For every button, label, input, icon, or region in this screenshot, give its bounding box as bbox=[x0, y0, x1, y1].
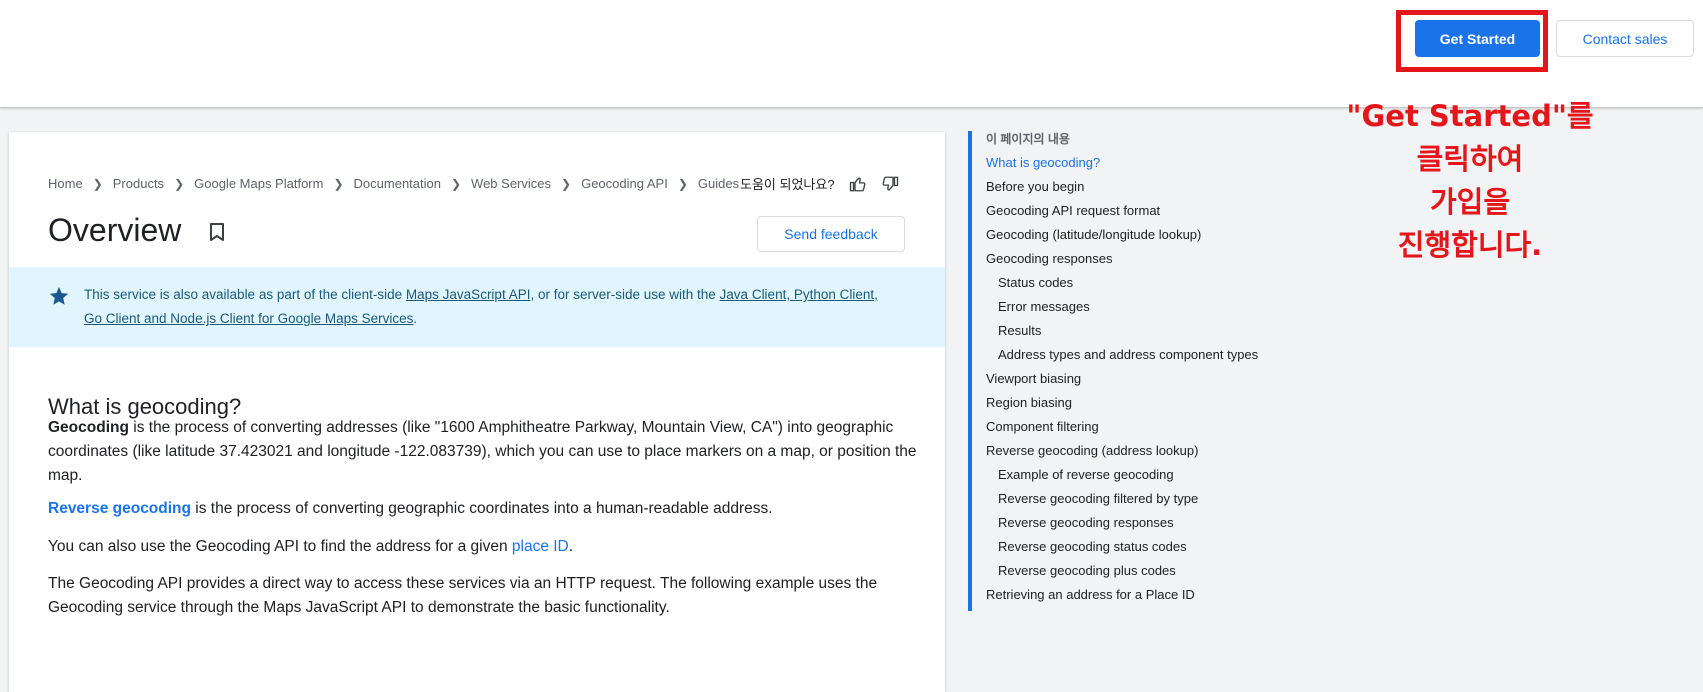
breadcrumb-google-maps-platform[interactable]: Google Maps Platform bbox=[194, 176, 323, 191]
annotation-line: 진행합니다. bbox=[1397, 228, 1543, 262]
paragraph-reverse: Reverse geocoding is the process of conv… bbox=[48, 497, 918, 521]
toc-item[interactable]: Reverse geocoding (address lookup) bbox=[986, 443, 1336, 467]
toc-title: 이 페이지의 내용 bbox=[986, 132, 1070, 146]
java-python-client-link[interactable]: Java Client, Python Client, bbox=[720, 287, 878, 302]
contact-sales-button[interactable]: Contact sales bbox=[1556, 20, 1694, 57]
page-title: Overview bbox=[48, 212, 182, 248]
annotation-line: "Get Started"를 bbox=[1346, 99, 1594, 133]
paragraph-text: You can also use the Geocoding API to fi… bbox=[48, 538, 512, 555]
send-feedback-button[interactable]: Send feedback bbox=[757, 216, 905, 252]
content-card: Home ❯ Products ❯ Google Maps Platform ❯… bbox=[9, 132, 945, 692]
toc-item[interactable]: Region biasing bbox=[986, 395, 1336, 419]
go-node-client-link[interactable]: Go Client and Node.js Client for Google … bbox=[84, 311, 413, 326]
annotation-text: "Get Started"를 클릭하여 가입을 진행합니다. bbox=[1330, 95, 1610, 267]
toc-item[interactable]: Before you begin bbox=[986, 179, 1336, 203]
geocoding-term: Geocoding bbox=[48, 419, 129, 436]
toc-subitem[interactable]: Error messages bbox=[986, 299, 1336, 323]
chevron-right-icon: ❯ bbox=[92, 176, 103, 191]
annotation-line: 가입을 bbox=[1429, 185, 1511, 219]
breadcrumb-home[interactable]: Home bbox=[48, 176, 83, 191]
chevron-right-icon: ❯ bbox=[561, 176, 572, 191]
toc-subitem[interactable]: Reverse geocoding filtered by type bbox=[986, 491, 1336, 515]
toc-subitem[interactable]: Address types and address component type… bbox=[986, 347, 1336, 371]
thumbs-down-icon[interactable] bbox=[881, 175, 899, 193]
table-of-contents: 이 페이지의 내용 What is geocoding? Before you … bbox=[968, 131, 1336, 611]
toc-item[interactable]: Component filtering bbox=[986, 419, 1336, 443]
toc-subitem[interactable]: Results bbox=[986, 323, 1336, 347]
get-started-button[interactable]: Get Started bbox=[1415, 20, 1540, 57]
toc-subitem[interactable]: Example of reverse geocoding bbox=[986, 467, 1336, 491]
toc-item[interactable]: Geocoding API request format bbox=[986, 203, 1336, 227]
maps-javascript-api-link[interactable]: Maps JavaScript API bbox=[406, 287, 531, 302]
chevron-right-icon: ❯ bbox=[174, 176, 185, 191]
bookmark-icon[interactable] bbox=[208, 222, 226, 242]
paragraph-geocoding: Geocoding is the process of converting a… bbox=[48, 416, 918, 488]
breadcrumb-geocoding-api[interactable]: Geocoding API bbox=[581, 176, 668, 191]
top-header: Get Started Contact sales bbox=[0, 0, 1703, 108]
breadcrumb-products[interactable]: Products bbox=[113, 176, 164, 191]
toc-item[interactable]: Geocoding (latitude/longitude lookup) bbox=[986, 227, 1336, 251]
paragraph-text: is the process of converting geographic … bbox=[191, 500, 773, 517]
chevron-right-icon: ❯ bbox=[450, 176, 462, 191]
helpful-label: 도움이 되었나요? bbox=[740, 177, 835, 192]
chevron-right-icon: ❯ bbox=[333, 176, 344, 191]
paragraph-place-id: You can also use the Geocoding API to fi… bbox=[48, 535, 918, 559]
thumbs-up-icon[interactable] bbox=[849, 175, 867, 193]
breadcrumb-guides[interactable]: Guides bbox=[698, 176, 739, 191]
helpful-widget: 도움이 되었나요? bbox=[740, 174, 899, 193]
chevron-right-icon: ❯ bbox=[677, 176, 688, 191]
breadcrumb: Home ❯ Products ❯ Google Maps Platform ❯… bbox=[48, 176, 739, 191]
paragraph-http: The Geocoding API provides a direct way … bbox=[48, 575, 878, 616]
toc-subitem[interactable]: Status codes bbox=[986, 275, 1336, 299]
note-text: , or for server-side use with the bbox=[530, 287, 720, 302]
toc-item[interactable]: Retrieving an address for a Place ID bbox=[986, 587, 1336, 611]
toc-item[interactable]: Geocoding responses bbox=[986, 251, 1336, 275]
note-text: This service is also available as part o… bbox=[84, 287, 406, 302]
note-text: . bbox=[413, 311, 418, 326]
toc-subitem[interactable]: Reverse geocoding responses bbox=[986, 515, 1336, 539]
paragraph-text: . bbox=[568, 538, 574, 555]
annotation-line: 클릭하여 bbox=[1416, 142, 1524, 176]
paragraph-text: is the process of converting addresses (… bbox=[48, 419, 917, 484]
breadcrumb-documentation[interactable]: Documentation bbox=[354, 176, 441, 191]
reverse-geocoding-link[interactable]: Reverse geocoding bbox=[48, 500, 191, 517]
toc-item[interactable]: What is geocoding? bbox=[986, 155, 1336, 179]
toc-subitem[interactable]: Reverse geocoding plus codes bbox=[986, 563, 1336, 587]
place-id-link[interactable]: place ID bbox=[512, 538, 569, 555]
star-icon bbox=[49, 286, 69, 305]
toc-subitem[interactable]: Reverse geocoding status codes bbox=[986, 539, 1336, 563]
toc-item[interactable]: Viewport biasing bbox=[986, 371, 1336, 395]
info-note: This service is also available as part o… bbox=[9, 267, 945, 347]
breadcrumb-web-services[interactable]: Web Services bbox=[471, 176, 551, 191]
